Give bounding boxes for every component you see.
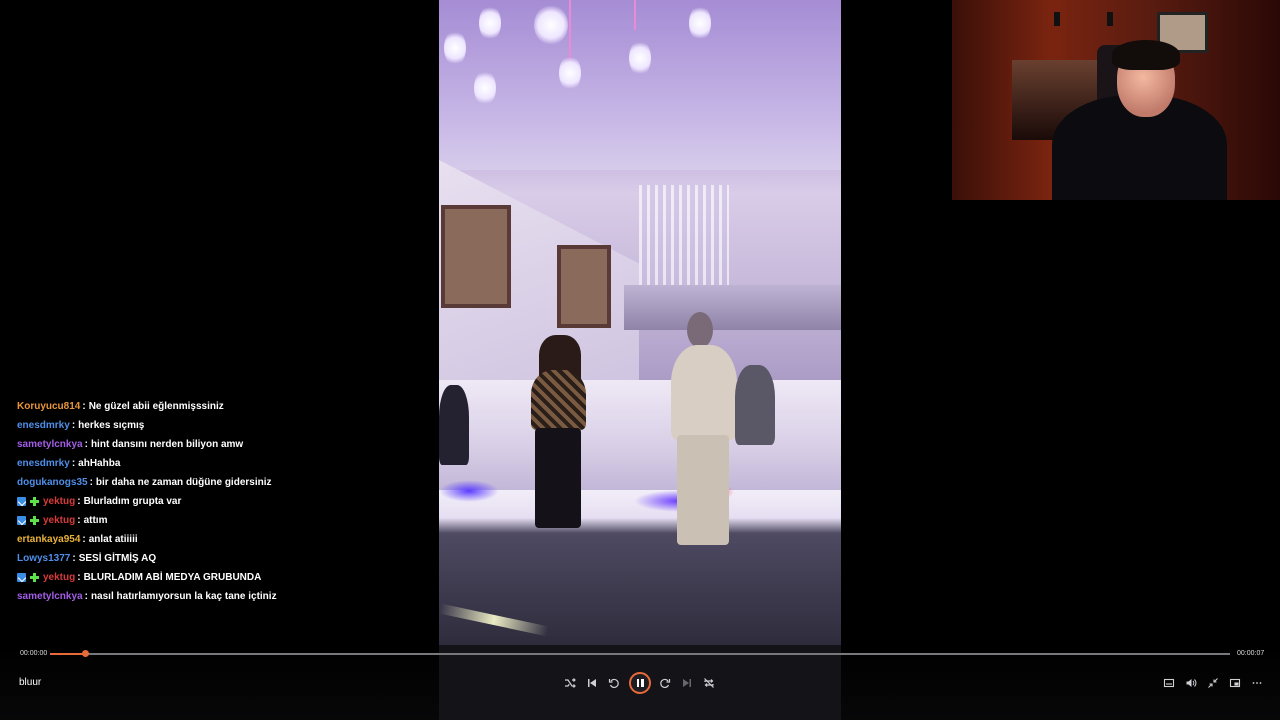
chat-username[interactable]: dogukanogs35 — [17, 474, 88, 491]
chat-message: sametylcnkya: nasıl hatırlamıyorsun la ka… — [17, 587, 417, 606]
verified-badge-icon — [17, 516, 26, 525]
seek-progress — [50, 653, 86, 655]
flower-decor — [534, 5, 568, 45]
chandelier — [639, 185, 729, 300]
chat-text: Ne güzel abii eğlenmişssiniz — [88, 401, 224, 412]
flower-decor — [474, 70, 496, 106]
skip-previous-icon[interactable] — [584, 675, 600, 691]
subtitles-icon[interactable] — [1161, 675, 1177, 691]
duration: 00:00:07 — [1237, 650, 1265, 657]
chat-separator: : — [71, 420, 76, 431]
rewind-icon[interactable] — [606, 675, 622, 691]
dancer-center — [671, 345, 737, 440]
flower-decor — [689, 5, 711, 41]
chat-message: Lowys1377: SESİ GİTMİŞ AQ — [17, 549, 417, 568]
chat-text: ahHahba — [78, 458, 121, 469]
chat-message: enesdmrky: herkes sıçmış — [17, 416, 417, 435]
webcam-overlay — [952, 0, 1280, 200]
verified-badge-icon — [17, 497, 26, 506]
chat-separator: : — [72, 553, 76, 564]
verified-badge-icon — [17, 573, 26, 582]
pendant-lamp — [1107, 12, 1113, 26]
streamer-hair — [1112, 40, 1180, 70]
chat-separator: : — [82, 401, 86, 412]
chat-text: SESİ GİTMİŞ AQ — [78, 553, 157, 564]
chat-separator: : — [77, 515, 81, 526]
wall-panel — [441, 205, 511, 308]
shuffle-icon[interactable] — [562, 675, 578, 691]
chat-text: attım — [83, 515, 108, 526]
wall-panel — [557, 245, 611, 328]
chat-text: bir daha ne zaman düğüne gidersiniz — [95, 477, 272, 488]
chat-overlay: Koruyucu814: Ne güzel abii eğlenmişssiniz… — [17, 397, 417, 606]
seek-bar[interactable] — [50, 650, 1230, 657]
chat-message: Koruyucu814: Ne güzel abii eğlenmişssiniz — [17, 397, 417, 416]
guest — [439, 385, 469, 465]
dancer-left-pants — [535, 428, 581, 528]
chat-text: BLURLADIM ABİ MEDYA GRUBUNDA — [83, 572, 262, 583]
chat-separator: : — [77, 496, 81, 507]
loop-off-icon[interactable] — [701, 675, 717, 691]
balcony — [624, 285, 841, 330]
chat-text: anlat atiiiii — [88, 534, 138, 545]
floor-light — [439, 480, 499, 502]
chat-message: sametylcnkya: hint dansını nerden biliyon… — [17, 435, 417, 454]
chat-username[interactable]: ertankaya954 — [17, 531, 80, 548]
flower-decor — [559, 55, 581, 91]
chat-username[interactable]: yektug — [43, 512, 75, 529]
collapse-icon[interactable] — [1205, 675, 1221, 691]
chat-username[interactable]: Lowys1377 — [17, 550, 70, 567]
chat-separator: : — [89, 477, 93, 488]
plus-badge-icon — [30, 497, 39, 506]
chat-username[interactable]: sametylcnkya — [17, 588, 83, 605]
more-icon[interactable] — [1249, 675, 1265, 691]
chat-username[interactable]: Koruyucu814 — [17, 398, 80, 415]
banquet-tables — [439, 380, 841, 490]
plus-badge-icon — [30, 573, 39, 582]
chat-text: nasıl hatırlamıyorsun la kaç tane içtini… — [90, 591, 277, 602]
hanging-string — [569, 0, 571, 60]
skip-next-icon[interactable] — [679, 675, 695, 691]
chat-separator: : — [84, 439, 88, 450]
pause-icon — [636, 679, 644, 687]
forward-icon[interactable] — [657, 675, 673, 691]
picture-in-picture-icon[interactable] — [1227, 675, 1243, 691]
hanging-string — [634, 0, 636, 30]
dancer-head — [687, 312, 713, 348]
chat-message: yektug: BLURLADIM ABİ MEDYA GRUBUNDA — [17, 568, 417, 587]
chat-separator: : — [84, 591, 88, 602]
video-frame[interactable] — [439, 0, 841, 645]
chat-username[interactable]: yektug — [43, 493, 75, 510]
pendant-lamp — [1054, 12, 1060, 26]
flower-decor — [444, 30, 466, 66]
chat-username[interactable]: yektug — [43, 569, 75, 586]
chat-message: yektug: Blurladım grupta var — [17, 492, 417, 511]
chat-separator: : — [77, 572, 81, 583]
chat-text: hint dansını nerden biliyon amw — [90, 439, 244, 450]
chat-username[interactable]: enesdmrky — [17, 417, 70, 434]
chat-text: Blurladım grupta var — [83, 496, 182, 507]
pause-button[interactable] — [629, 672, 651, 694]
dancer-center-pants — [677, 435, 729, 545]
chat-message: yektug: attım — [17, 511, 417, 530]
chat-message: enesdmrky: ahHahba — [17, 454, 417, 473]
dancer-left — [531, 370, 586, 430]
chat-username[interactable]: sametylcnkya — [17, 436, 83, 453]
media-title: bluur — [19, 677, 42, 688]
plus-badge-icon — [30, 516, 39, 525]
current-time: 00:00:00 — [20, 650, 48, 657]
chat-username[interactable]: enesdmrky — [17, 455, 70, 472]
guest — [735, 365, 775, 445]
seek-handle[interactable] — [82, 650, 90, 657]
flower-decor — [479, 5, 501, 41]
chat-separator: : — [82, 534, 86, 545]
chat-message: ertankaya954: anlat atiiiii — [17, 530, 417, 549]
flower-decor — [629, 40, 651, 76]
volume-icon[interactable] — [1183, 675, 1199, 691]
chat-text: herkes sıçmış — [78, 420, 145, 431]
chat-separator: : — [71, 458, 76, 469]
chat-message: dogukanogs35: bir daha ne zaman düğüne gi… — [17, 473, 417, 492]
